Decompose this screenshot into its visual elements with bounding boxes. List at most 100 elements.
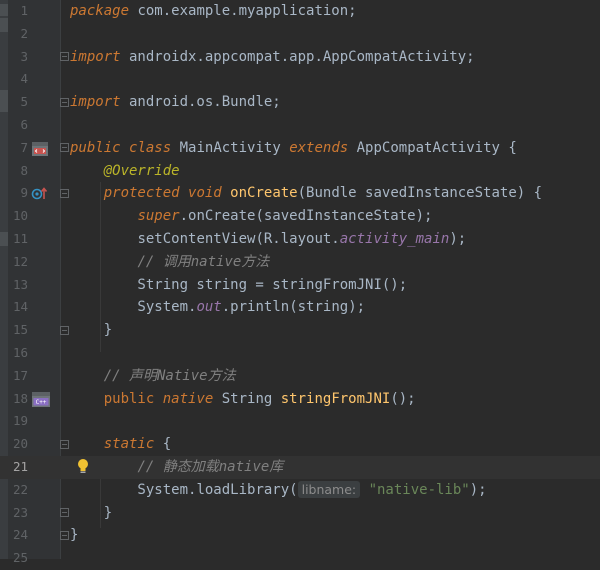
line-number: 12 <box>12 253 28 269</box>
code-line-8[interactable]: 8 @Override <box>0 160 600 183</box>
import-path: androidx.appcompat.app.AppCompatActivity… <box>120 48 475 65</box>
fold-marker[interactable] <box>60 189 69 198</box>
keyword-native: native <box>162 390 214 407</box>
system-ref: System. <box>70 299 197 316</box>
opening-brace: { <box>154 436 172 453</box>
code-text[interactable]: import android.os.Bundle; <box>70 91 281 114</box>
static-field: activity_main <box>339 231 450 247</box>
superclass-name: AppCompatActivity { <box>348 139 517 156</box>
override-method-icon[interactable] <box>31 185 49 201</box>
code-line-24[interactable]: 24 } <box>0 524 600 547</box>
code-line-23[interactable]: 23 } <box>0 502 600 525</box>
code-line-14[interactable]: 14 System.out.println(string); <box>0 296 600 319</box>
code-line-19[interactable]: 19 <box>0 410 600 433</box>
code-line-6[interactable]: 6 <box>0 114 600 137</box>
code-text[interactable]: } <box>70 524 78 547</box>
line-number: 7 <box>20 139 28 155</box>
fold-marker[interactable] <box>60 98 69 107</box>
code-text[interactable]: import androidx.appcompat.app.AppCompatA… <box>70 46 475 69</box>
code-line-15[interactable]: 15 } <box>0 319 600 342</box>
code-line-12[interactable]: 12 // 调用native方法 <box>0 251 600 274</box>
fold-marker[interactable] <box>60 143 69 152</box>
code-line-2[interactable]: 2 <box>0 23 600 46</box>
line-number: 5 <box>20 94 28 110</box>
code-line-10[interactable]: 10 super.onCreate(savedInstanceState); <box>0 205 600 228</box>
keyword-public: public <box>70 139 121 156</box>
fold-marker[interactable] <box>60 531 69 540</box>
code-text[interactable]: static { <box>70 433 171 456</box>
code-line-5[interactable]: 5 import android.os.Bundle; <box>0 91 600 114</box>
code-text[interactable]: package com.example.myapplication; <box>70 0 357 23</box>
code-line-7[interactable]: 7 public class MainActivity extends AppC… <box>0 137 600 160</box>
fold-marker[interactable] <box>60 52 69 61</box>
code-line-9[interactable]: 9 protected void onCreate(Bundle savedIn… <box>0 182 600 205</box>
comment: // 静态加载native库 <box>137 459 284 475</box>
cpp-native-icon[interactable]: C++ <box>31 391 51 408</box>
code-line-4[interactable]: 4 <box>0 68 600 91</box>
code-line-20[interactable]: 20 static { <box>0 433 600 456</box>
annotation-override: @Override <box>103 162 180 179</box>
code-text[interactable]: protected void onCreate(Bundle savedInst… <box>70 182 542 205</box>
code-editor[interactable]: 1 package com.example.myapplication; 2 3… <box>0 0 600 565</box>
fold-marker[interactable] <box>60 508 69 517</box>
code-text[interactable]: } <box>70 319 112 342</box>
method-name-stringfromjni: stringFromJNI <box>280 390 391 407</box>
code-text[interactable]: // 调用native方法 <box>70 251 269 274</box>
code-line-18[interactable]: 18 public native String stringFromJNI(); <box>0 388 600 411</box>
code-line-22[interactable]: 22 System.loadLibrary(libname: "native-l… <box>0 479 600 502</box>
line-number: 20 <box>12 436 28 452</box>
line-number: 3 <box>20 48 28 64</box>
code-line-21[interactable]: 21 // 静态加载native库 <box>0 456 600 479</box>
line-number: 1 <box>20 3 28 18</box>
code-text[interactable]: public native String stringFromJNI(); <box>70 388 416 411</box>
line-number: 9 <box>20 185 28 201</box>
line-number: 18 <box>12 390 28 406</box>
code-text[interactable]: String string = stringFromJNI(); <box>70 274 407 297</box>
code-text[interactable]: setContentView(R.layout.activity_main); <box>70 228 466 251</box>
punctuation: ); <box>469 481 487 498</box>
android-activity-icon[interactable] <box>31 141 49 157</box>
line-number: 10 <box>12 208 28 224</box>
code-line-3[interactable]: 3 import androidx.appcompat.app.AppCompa… <box>0 46 600 69</box>
code-line-1[interactable]: 1 package com.example.myapplication; <box>0 0 600 23</box>
line-number: 22 <box>12 481 28 497</box>
line-number: 23 <box>12 504 28 520</box>
line-number: 16 <box>12 345 28 360</box>
lightbulb-icon[interactable] <box>76 458 90 475</box>
keyword-void: void <box>188 185 222 202</box>
code-text[interactable]: System.loadLibrary(libname: "native-lib"… <box>70 479 487 502</box>
code-text[interactable]: // 声明Native方法 <box>70 365 236 388</box>
code-text[interactable]: // 静态加载native库 <box>70 456 283 479</box>
code-line-16[interactable]: 16 <box>0 342 600 365</box>
line-number: 24 <box>12 527 28 543</box>
import-path: android.os.Bundle; <box>120 94 281 111</box>
comment: // 调用native方法 <box>137 253 270 270</box>
super-call: .onCreate(savedInstanceState); <box>179 208 433 225</box>
code-line-17[interactable]: 17 // 声明Native方法 <box>0 365 600 388</box>
code-line-13[interactable]: 13 String string = stringFromJNI(); <box>0 274 600 297</box>
keyword-super: super <box>137 208 180 225</box>
punctuation: (); <box>390 390 416 407</box>
code-text[interactable]: public class MainActivity extends AppCom… <box>70 137 517 160</box>
code-text[interactable]: } <box>70 502 112 525</box>
line-number: 21 <box>12 459 28 474</box>
code-line-11[interactable]: 11 setContentView(R.layout.activity_main… <box>0 228 600 251</box>
line-number: 13 <box>12 276 28 292</box>
fold-marker[interactable] <box>60 440 69 449</box>
fold-marker[interactable] <box>60 326 69 335</box>
code-text[interactable]: @Override <box>70 160 180 183</box>
code-text[interactable]: super.onCreate(savedInstanceState); <box>70 205 432 228</box>
line-number: 15 <box>12 322 28 338</box>
code-text[interactable]: System.out.println(string); <box>70 296 365 319</box>
